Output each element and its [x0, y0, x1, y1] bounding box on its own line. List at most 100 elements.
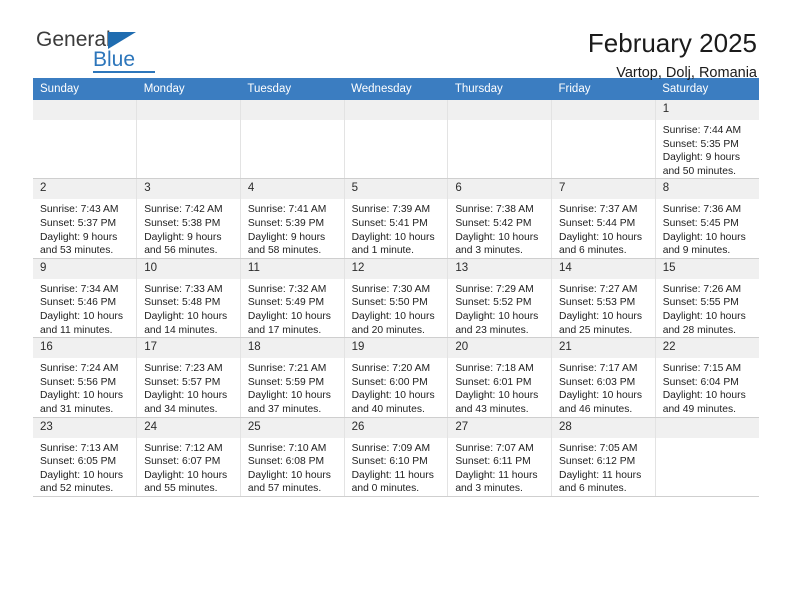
- daylight-text-line2: and 11 minutes.: [40, 324, 113, 336]
- day-details: Sunrise: 7:26 AM Sunset: 5:55 PM Daylight:…: [656, 279, 759, 337]
- calendar-day-cell[interactable]: 5 Sunrise: 7:39 AM Sunset: 5:41 PM Daylight…: [344, 178, 449, 259]
- daylight-text-line2: and 23 minutes.: [455, 324, 529, 336]
- calendar-day-cell[interactable]: 17 Sunrise: 7:23 AM Sunset: 5:57 PM Dayligh…: [136, 337, 241, 418]
- sunset-text: Sunset: 5:46 PM: [40, 297, 117, 309]
- daylight-text-line2: and 40 minutes.: [351, 403, 425, 415]
- daylight-text-line1: Daylight: 10 hours: [662, 390, 746, 402]
- calendar-day-cell[interactable]: 7 Sunrise: 7:37 AM Sunset: 5:44 PM Daylight…: [551, 178, 656, 259]
- calendar-day-cell[interactable]: 19 Sunrise: 7:20 AM Sunset: 6:00 PM Dayligh…: [344, 337, 449, 418]
- calendar-day-cell[interactable]: 14 Sunrise: 7:27 AM Sunset: 5:53 PM Dayligh…: [551, 258, 656, 339]
- brand-logo[interactable]: General Blue: [33, 28, 216, 73]
- daylight-text-line2: and 20 minutes.: [351, 324, 425, 336]
- sunrise-text: Sunrise: 7:37 AM: [559, 204, 638, 216]
- day-cell-inner: 18 Sunrise: 7:21 AM Sunset: 5:59 PM Dayligh…: [240, 338, 344, 416]
- calendar-day-cell[interactable]: 28 Sunrise: 7:05 AM Sunset: 6:12 PM Dayligh…: [551, 417, 656, 497]
- day-cell-inner: 19 Sunrise: 7:20 AM Sunset: 6:00 PM Dayligh…: [344, 338, 448, 416]
- calendar-day-cell[interactable]: 6 Sunrise: 7:38 AM Sunset: 5:42 PM Daylight…: [447, 178, 553, 259]
- day-cell-inner: [240, 100, 344, 178]
- day-number: 10: [137, 258, 240, 279]
- sunset-text: Sunset: 5:39 PM: [247, 217, 325, 229]
- calendar-day-cell[interactable]: 16 Sunrise: 7:24 AM Sunset: 5:56 PM Dayligh…: [33, 337, 138, 418]
- day-cell-inner: 1 Sunrise: 7:44 AM Sunset: 5:35 PM Daylight…: [655, 100, 759, 178]
- sunset-text: Sunset: 5:35 PM: [662, 138, 739, 150]
- sunrise-text: Sunrise: 7:23 AM: [144, 363, 223, 375]
- day-number: 28: [552, 417, 655, 438]
- weekday-header-monday: Monday: [136, 78, 241, 100]
- day-cell-inner: 13 Sunrise: 7:29 AM Sunset: 5:52 PM Dayligh…: [448, 258, 552, 337]
- calendar-day-cell[interactable]: 27 Sunrise: 7:07 AM Sunset: 6:11 PM Dayligh…: [447, 417, 553, 497]
- calendar-table: Sunday Monday Tuesday Wednesday Thursday Frid…: [33, 78, 759, 497]
- weekday-header-tuesday: Tuesday: [240, 78, 345, 100]
- day-details: Sunrise: 7:34 AM Sunset: 5:46 PM Daylight:…: [33, 279, 136, 337]
- calendar-day-cell[interactable]: 20 Sunrise: 7:18 AM Sunset: 6:01 PM Dayligh…: [447, 337, 553, 418]
- day-details: Sunrise: 7:36 AM Sunset: 5:45 PM Daylight:…: [656, 199, 759, 257]
- sunset-text: Sunset: 6:11 PM: [455, 456, 531, 468]
- calendar-week-row: 23 Sunrise: 7:13 AM Sunset: 6:05 PM Dayligh…: [33, 417, 759, 497]
- calendar-day-cell[interactable]: 8 Sunrise: 7:36 AM Sunset: 5:45 PM Daylight…: [655, 178, 759, 259]
- daylight-text-line1: Daylight: 10 hours: [247, 310, 331, 322]
- calendar-day-cell[interactable]: 3 Sunrise: 7:42 AM Sunset: 5:38 PM Daylight…: [136, 178, 241, 259]
- daylight-text-line2: and 3 minutes.: [455, 483, 523, 495]
- day-number: 25: [240, 417, 344, 438]
- calendar-day-cell[interactable]: 26 Sunrise: 7:09 AM Sunset: 6:10 PM Dayligh…: [344, 417, 449, 497]
- daylight-text-line2: and 9 minutes.: [662, 245, 731, 257]
- calendar-day-cell[interactable]: 23 Sunrise: 7:13 AM Sunset: 6:05 PM Dayligh…: [33, 417, 138, 497]
- day-number: 18: [240, 338, 344, 359]
- calendar-day-cell[interactable]: 10 Sunrise: 7:33 AM Sunset: 5:48 PM Dayligh…: [136, 258, 241, 339]
- daylight-text-line1: Daylight: 10 hours: [144, 469, 228, 481]
- calendar-day-cell-empty: [447, 100, 553, 180]
- daylight-text-line2: and 43 minutes.: [455, 403, 529, 415]
- sunrise-text: Sunrise: 7:32 AM: [247, 283, 327, 295]
- sunset-text: Sunset: 6:03 PM: [559, 376, 636, 388]
- day-details: Sunrise: 7:23 AM Sunset: 5:57 PM Daylight:…: [137, 358, 240, 416]
- day-number: 4: [240, 179, 344, 200]
- calendar-day-cell[interactable]: 15 Sunrise: 7:26 AM Sunset: 5:55 PM Dayligh…: [655, 258, 759, 339]
- daylight-text-line2: and 25 minutes.: [559, 324, 633, 336]
- page-title: February 2025: [587, 28, 757, 58]
- calendar-day-cell[interactable]: 21 Sunrise: 7:17 AM Sunset: 6:03 PM Dayligh…: [551, 337, 656, 418]
- sunrise-text: Sunrise: 7:05 AM: [559, 442, 638, 454]
- calendar-day-cell[interactable]: 13 Sunrise: 7:29 AM Sunset: 5:52 PM Dayligh…: [447, 258, 553, 339]
- calendar-day-cell[interactable]: 11 Sunrise: 7:32 AM Sunset: 5:49 PM Dayligh…: [240, 258, 345, 339]
- day-number: 13: [448, 258, 552, 279]
- calendar-day-cell[interactable]: 22 Sunrise: 7:15 AM Sunset: 6:04 PM Dayligh…: [655, 337, 759, 418]
- day-cell-inner: [344, 100, 448, 178]
- calendar-day-cell[interactable]: 1 Sunrise: 7:44 AM Sunset: 5:35 PM Daylight…: [655, 100, 759, 180]
- calendar-day-cell[interactable]: 2 Sunrise: 7:43 AM Sunset: 5:37 PM Daylight…: [33, 178, 138, 259]
- day-cell-inner: 22 Sunrise: 7:15 AM Sunset: 6:04 PM Dayligh…: [655, 338, 759, 416]
- day-number: 15: [655, 258, 759, 279]
- day-number: 7: [552, 179, 655, 200]
- calendar-day-cell[interactable]: 12 Sunrise: 7:30 AM Sunset: 5:50 PM Dayligh…: [344, 258, 449, 339]
- day-details: Sunrise: 7:42 AM Sunset: 5:38 PM Daylight:…: [137, 199, 240, 257]
- day-details: Sunrise: 7:13 AM Sunset: 6:05 PM Daylight:…: [33, 438, 136, 496]
- calendar-day-cell[interactable]: 9 Sunrise: 7:34 AM Sunset: 5:46 PM Daylight…: [33, 258, 138, 339]
- day-number: [655, 417, 759, 438]
- sunset-text: Sunset: 6:00 PM: [351, 376, 428, 388]
- day-number: 6: [448, 179, 552, 200]
- day-cell-inner: [137, 100, 240, 178]
- day-details: Sunrise: 7:32 AM Sunset: 5:49 PM Daylight:…: [241, 279, 344, 337]
- calendar-day-cell[interactable]: 4 Sunrise: 7:41 AM Sunset: 5:39 PM Daylight…: [240, 178, 345, 259]
- day-number: 17: [137, 338, 240, 359]
- sunset-text: Sunset: 5:37 PM: [40, 217, 117, 229]
- day-cell-inner: 9 Sunrise: 7:34 AM Sunset: 5:46 PM Daylight…: [33, 258, 137, 337]
- weekday-header-wednesday: Wednesday: [344, 78, 448, 100]
- day-details: Sunrise: 7:37 AM Sunset: 5:44 PM Daylight:…: [552, 199, 655, 257]
- day-cell-inner: 27 Sunrise: 7:07 AM Sunset: 6:11 PM Dayligh…: [448, 417, 552, 496]
- calendar-day-cell[interactable]: 25 Sunrise: 7:10 AM Sunset: 6:08 PM Dayligh…: [240, 417, 345, 497]
- calendar-day-cell[interactable]: 24 Sunrise: 7:12 AM Sunset: 6:07 PM Dayligh…: [136, 417, 241, 497]
- day-cell-inner: 8 Sunrise: 7:36 AM Sunset: 5:45 PM Daylight…: [655, 179, 759, 257]
- daylight-text-line2: and 28 minutes.: [662, 324, 736, 336]
- sunset-text: Sunset: 5:42 PM: [455, 217, 532, 229]
- daylight-text-line2: and 17 minutes.: [247, 324, 322, 336]
- daylight-text-line1: Daylight: 10 hours: [559, 231, 643, 243]
- calendar-week-row: 2 Sunrise: 7:43 AM Sunset: 5:37 PM Daylight…: [33, 178, 759, 259]
- sunset-text: Sunset: 5:55 PM: [662, 297, 739, 309]
- calendar-day-cell[interactable]: 18 Sunrise: 7:21 AM Sunset: 5:59 PM Dayligh…: [240, 337, 345, 418]
- day-details: Sunrise: 7:43 AM Sunset: 5:37 PM Daylight:…: [33, 199, 136, 257]
- sunrise-text: Sunrise: 7:36 AM: [662, 204, 742, 216]
- sunset-text: Sunset: 5:48 PM: [144, 297, 221, 309]
- day-cell-inner: 21 Sunrise: 7:17 AM Sunset: 6:03 PM Dayligh…: [552, 338, 655, 416]
- daylight-text-line2: and 0 minutes.: [351, 483, 420, 495]
- day-cell-inner: 6 Sunrise: 7:38 AM Sunset: 5:42 PM Daylight…: [448, 179, 552, 257]
